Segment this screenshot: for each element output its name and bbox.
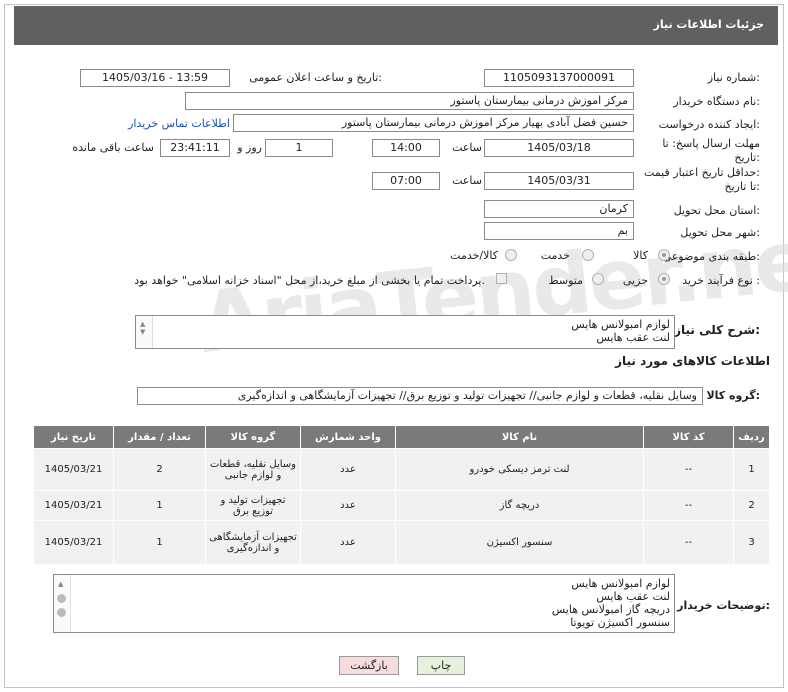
requester-field: حسین فضل آبادی بهیار مرکز اموزش درمانی ب… [233, 114, 634, 132]
process-radio-medium[interactable] [592, 273, 604, 285]
remaining-time-field: 23:41:11 [160, 139, 230, 157]
process-option-medium: متوسط [548, 274, 583, 287]
cell-row: 2 [733, 490, 770, 521]
treasury-payment-note: پرداخت تمام یا بخشی از مبلغ خرید،از محل … [134, 274, 485, 287]
process-radio-minor[interactable] [658, 273, 670, 285]
buyer-notes-line: لنت عقب هایس [596, 590, 670, 603]
buyer-notes-textarea[interactable]: لوازم امبولانس هایس لنت عقب هایس دریچه گ… [53, 574, 675, 633]
col-code: کد کالا [643, 425, 734, 449]
city-field: بم [484, 222, 634, 240]
description-line: لنت عقب هایس [596, 331, 670, 344]
buyer-notes-line: دریچه گاز امبولانس هایس [551, 603, 670, 616]
goods-table: ردیف کد کالا نام کالا واحد شمارش گروه کا… [33, 425, 770, 565]
deadline-label-date: تاریخ: [734, 151, 760, 164]
scroll-thumb-icon[interactable] [57, 594, 66, 603]
description-label: شرح کلی نیاز: [674, 323, 760, 337]
validity-label-date: تا تاریخ: [724, 180, 760, 193]
buyer-notes-line: سنسور اکسیژن تویوتا [570, 616, 670, 629]
description-scrollbar[interactable]: ▲ ▼ [136, 316, 153, 348]
deadline-date-field: 1405/03/18 [484, 139, 634, 157]
cell-unit: عدد [300, 520, 396, 565]
table-row[interactable]: 1 -- لنت ترمز دیسکی خودرو عدد وسایل نقلی… [33, 448, 770, 491]
cell-group: تجهیزات تولید و توزیع برق [205, 490, 301, 521]
validity-time-field: 07:00 [372, 172, 440, 190]
buyer-org-field: مرکز اموزش درمانی بیمارستان پاستور [185, 92, 634, 110]
description-textarea[interactable]: لوازم امبولانس هایس لنت عقب هایس ▲ ▼ [135, 315, 675, 349]
goods-group-label: گروه کالا: [706, 389, 760, 402]
cell-group: تجهیزات آزمایشگاهی و اندازه‌گیری [205, 520, 301, 565]
announce-label: تاریخ و ساعت اعلان عمومی: [249, 71, 382, 84]
goods-group-field: وسایل نقلیه، قطعات و لوازم جانبی// تجهیز… [137, 387, 703, 405]
back-button[interactable]: بازگشت [339, 656, 399, 675]
description-line: لوازم امبولانس هایس [571, 318, 670, 331]
cell-code: -- [643, 490, 734, 521]
process-label: نوع فرآیند خرید : [682, 274, 760, 287]
cell-date: 1405/03/21 [33, 490, 114, 521]
deadline-time-label: ساعت [452, 141, 482, 154]
cell-name: سنسور اکسیژن [395, 520, 644, 565]
table-header-row: ردیف کد کالا نام کالا واحد شمارش گروه کا… [33, 425, 770, 449]
cell-row: 3 [733, 520, 770, 565]
col-qty: تعداد / مقدار [113, 425, 206, 449]
scroll-thumb-icon[interactable] [57, 608, 66, 617]
cell-unit: عدد [300, 490, 396, 521]
col-date: تاریخ نیاز [33, 425, 114, 449]
cell-date: 1405/03/21 [33, 520, 114, 565]
category-option-both: کالا/خدمت [450, 249, 498, 262]
cell-qty: 1 [113, 520, 206, 565]
process-option-minor: جزیی [622, 274, 648, 287]
scroll-down-icon[interactable]: ▼ [140, 326, 145, 339]
category-radio-goods[interactable] [658, 249, 670, 261]
validity-label: حداقل تاریخ اعتبار قیمت: [644, 166, 760, 179]
buyer-notes-scrollbar[interactable]: ▲ [54, 575, 71, 632]
province-field: کرمان [484, 200, 634, 218]
need-number-label: شماره نیاز: [707, 71, 760, 84]
category-radio-service[interactable] [582, 249, 594, 261]
category-radio-both[interactable] [505, 249, 517, 261]
cell-qty: 2 [113, 448, 206, 491]
cell-code: -- [643, 520, 734, 565]
col-row: ردیف [733, 425, 770, 449]
cell-code: -- [643, 448, 734, 491]
province-label: استان محل تحویل: [673, 204, 760, 217]
need-number-field: 1105093137000091 [484, 69, 634, 87]
cell-row: 1 [733, 448, 770, 491]
table-row[interactable]: 2 -- دریچه گاز عدد تجهیزات تولید و توزیع… [33, 490, 770, 521]
deadline-label: مهلت ارسال پاسخ: تا [662, 137, 760, 150]
col-name: نام کالا [395, 425, 644, 449]
city-label: شهر محل تحویل: [680, 226, 760, 239]
requester-label: ایجاد کننده درخواست: [658, 118, 760, 131]
category-label: طبقه بندی موضوعی: [662, 250, 760, 263]
cell-name: دریچه گاز [395, 490, 644, 521]
table-row[interactable]: 3 -- سنسور اکسیژن عدد تجهیزات آزمایشگاهی… [33, 520, 770, 565]
cell-qty: 1 [113, 490, 206, 521]
treasury-payment-checkbox[interactable] [496, 273, 507, 284]
print-button[interactable]: چاپ [417, 656, 465, 675]
remaining-label: ساعت باقی مانده [72, 141, 154, 154]
cell-date: 1405/03/21 [33, 448, 114, 491]
days-field: 1 [265, 139, 333, 157]
buyer-org-label: نام دستگاه خریدار: [673, 95, 760, 108]
category-option-service: خدمت [540, 249, 570, 262]
cell-group: وسایل نقلیه، قطعات و لوازم جانبی [205, 448, 301, 491]
col-group: گروه کالا [205, 425, 301, 449]
page-header: جزئیات اطلاعات نیاز [14, 6, 778, 45]
goods-section-title: اطلاعات کالاهای مورد نیاز [615, 354, 770, 368]
page-title: جزئیات اطلاعات نیاز [653, 18, 765, 31]
deadline-time-field: 14:00 [372, 139, 440, 157]
col-unit: واحد شمارش [300, 425, 396, 449]
announce-field: 1405/03/16 - 13:59 [80, 69, 230, 87]
cell-name: لنت ترمز دیسکی خودرو [395, 448, 644, 491]
cell-unit: عدد [300, 448, 396, 491]
validity-time-label: ساعت [452, 174, 482, 187]
buyer-notes-line: لوازم امبولانس هایس [571, 577, 670, 590]
buyer-notes-label: توضیحات خریدار: [677, 599, 770, 612]
validity-date-field: 1405/03/31 [484, 172, 634, 190]
contact-info-link[interactable]: اطلاعات تماس خریدار [128, 117, 230, 130]
scroll-up-icon[interactable]: ▲ [58, 578, 63, 591]
days-label: روز و [237, 141, 262, 154]
category-option-goods: کالا [633, 249, 648, 262]
